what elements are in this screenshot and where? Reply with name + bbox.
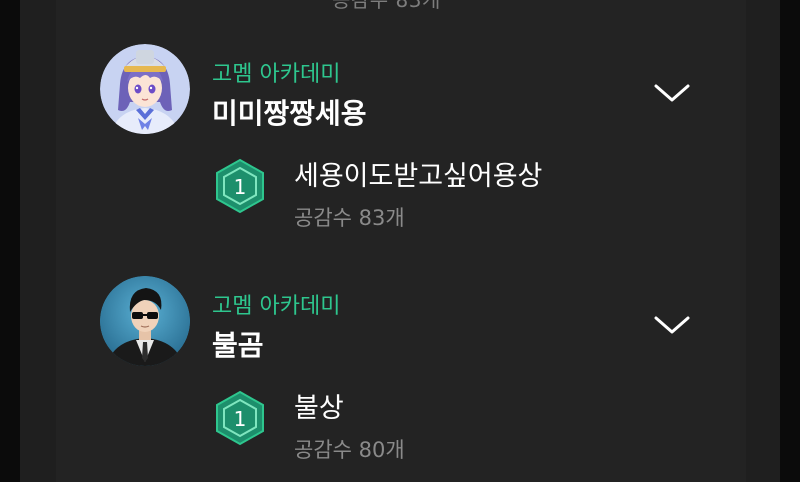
rank-number: 1 [234, 407, 247, 431]
rank-badge-icon: 1 [214, 390, 266, 446]
previous-likes-count: 공감수 83개 [332, 0, 441, 12]
award-panel: 공감수 83개 고멤 아카데미 미미짱짱세용 1 세용이도받고싶어용상 공감수 … [20, 0, 780, 482]
suit-man-avatar-icon[interactable] [100, 276, 190, 366]
anime-girl-avatar-icon[interactable] [100, 44, 190, 134]
rank-badge-icon: 1 [214, 158, 266, 214]
award-list: 공감수 83개 고멤 아카데미 미미짱짱세용 1 세용이도받고싶어용상 공감수 … [56, 0, 746, 482]
award-item: 고멤 아카데미 불곰 1 불상 공감수 80개 [56, 262, 746, 482]
rank-number: 1 [234, 175, 247, 199]
nickname: 불곰 [212, 329, 264, 362]
chevron-down-icon[interactable] [652, 78, 692, 108]
award-title: 불상 [294, 393, 344, 424]
likes-count: 공감수 83개 [294, 206, 405, 230]
chevron-down-icon[interactable] [652, 310, 692, 340]
award-title: 세용이도받고싶어용상 [294, 161, 543, 192]
likes-count: 공감수 80개 [294, 438, 405, 462]
award-item: 고멤 아카데미 미미짱짱세용 1 세용이도받고싶어용상 공감수 83개 [56, 30, 746, 250]
nickname: 미미짱짱세용 [212, 97, 367, 130]
academy-label: 고멤 아카데미 [212, 62, 341, 87]
academy-label: 고멤 아카데미 [212, 294, 341, 319]
